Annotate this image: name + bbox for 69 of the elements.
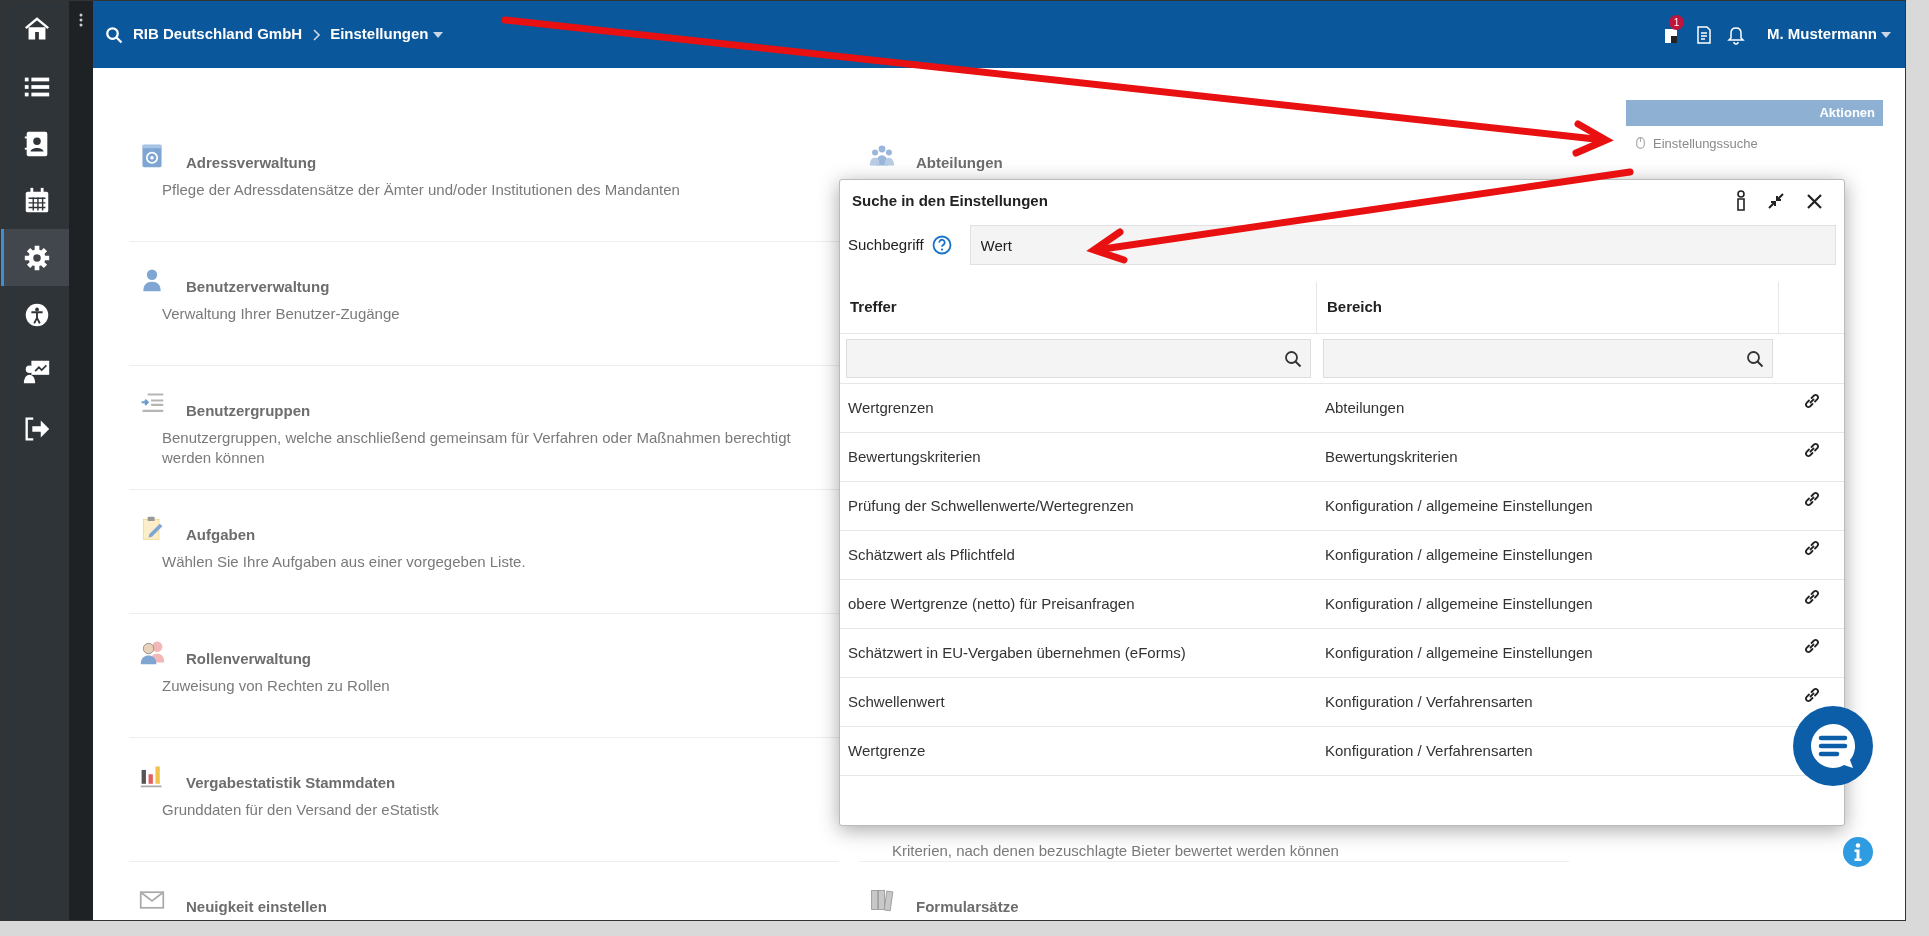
page-dropdown[interactable]: Einstellungen — [330, 23, 443, 46]
link-icon[interactable] — [1802, 539, 1821, 557]
table-cell-text: Schätzwert in EU-Vergaben übernehmen (eForms) — [847, 642, 1187, 663]
column-header[interactable]: Treffer — [840, 282, 1317, 333]
table-cell-text: Wertgrenze — [847, 740, 927, 761]
table-cell-text: Konfiguration / allgemeine Einstellungen — [1324, 593, 1594, 614]
settings-description: Zuweisung von Rechten zu Rollen — [161, 676, 391, 696]
user-menu[interactable]: M. Mustermann — [1767, 23, 1891, 46]
dialog-title: Suche in den Einstellungen — [852, 190, 1048, 211]
settings-title-link[interactable]: Benutzerverwaltung — [186, 275, 330, 298]
settings-title-link[interactable]: Benutzergruppen — [186, 399, 311, 422]
table-cell-text: Wertgrenzen — [847, 397, 935, 418]
settings-description: Wählen Sie Ihre Aufgaben aus einer vorgegeben Liste. — [161, 552, 527, 572]
filter-field[interactable] — [1323, 339, 1773, 378]
notification-badge: 1 — [1669, 14, 1684, 30]
settings-description: Grunddaten für den Versand der eStatistk — [161, 800, 440, 820]
address-book-icon — [139, 142, 165, 170]
table-cell-text: Schwellenwert — [847, 691, 946, 712]
caret-icon — [432, 31, 443, 38]
settings-description: Benutzergruppen, welche anschließend gemeinsam für Verfahren oder Maßnahmen berechtigt werden können — [161, 428, 792, 468]
settings-title-link[interactable]: Vergabestatistik Stammdaten — [186, 771, 396, 794]
search-icon — [1746, 349, 1764, 368]
table-cell-text: Bewertungskriterien — [847, 446, 982, 467]
link-icon[interactable] — [1802, 588, 1821, 606]
info-icon[interactable] — [1843, 837, 1873, 867]
search-field[interactable]: Wert — [969, 225, 1836, 265]
search-icon — [1284, 349, 1302, 368]
collapse-icon[interactable] — [1767, 192, 1785, 210]
settings-description: Kriterien, nach denen bezuschlagte Bieter bewertet werden können — [891, 841, 1340, 861]
column-header[interactable]: Bereich — [1317, 282, 1779, 333]
search-icon[interactable] — [105, 25, 123, 44]
actions-header: Aktionen — [1626, 100, 1883, 126]
link-icon[interactable] — [1802, 441, 1821, 459]
table-cell-text: Konfiguration / allgemeine Einstellungen — [1324, 544, 1594, 565]
sidebar-item[interactable] — [1, 229, 69, 286]
settings-title-link[interactable]: Formularsätze — [916, 895, 1019, 918]
settings-title-link[interactable]: Abteilungen — [916, 151, 1003, 174]
chevron-icon — [312, 28, 321, 41]
person-icon[interactable] — [1735, 190, 1747, 212]
filter-field[interactable] — [846, 339, 1311, 378]
table-cell-text: Konfiguration / Verfahrensarten — [1324, 691, 1534, 712]
help-icon[interactable] — [931, 235, 952, 255]
settings-description: Pflege der Adressdatensätze der Ämter und/oder Institutionen des Mandanten — [161, 180, 681, 200]
caret-icon — [1881, 31, 1891, 38]
mouse-icon — [1636, 137, 1645, 150]
settings-title-link[interactable]: Neuigkeit einstellen — [186, 895, 327, 918]
table-cell-text: obere Wertgrenze (netto) für Preisanfragen — [847, 593, 1136, 614]
link-icon[interactable] — [1802, 490, 1821, 508]
link-icon[interactable] — [1802, 392, 1821, 410]
search-label: Suchbegriff — [848, 234, 924, 255]
settings-title-link[interactable]: Rollenverwaltung — [186, 647, 312, 670]
settings-title-link[interactable]: Aufgaben — [186, 523, 256, 546]
link-icon[interactable] — [1802, 686, 1821, 704]
table-cell-text: Abteilungen — [1324, 397, 1406, 418]
company-name[interactable]: RIB Deutschland GmbH — [133, 23, 303, 46]
bell-icon[interactable] — [1727, 24, 1745, 45]
more-icon[interactable] — [79, 13, 83, 27]
table-cell-text: Konfiguration / Verfahrensarten — [1324, 740, 1534, 761]
settings-description: Verwaltung Ihrer Benutzer-Zugänge — [161, 304, 401, 324]
settings-title-link[interactable]: Adressverwaltung — [186, 151, 317, 174]
settings-search-link[interactable]: Einstellungssuche — [1626, 133, 1883, 153]
table-cell-text: Konfiguration / allgemeine Einstellungen — [1324, 642, 1594, 663]
table-cell-text: Bewertungskriterien — [1324, 446, 1459, 467]
table-cell-text: Konfiguration / allgemeine Einstellungen — [1324, 495, 1594, 516]
close-icon[interactable] — [1807, 193, 1822, 209]
table-cell-text: Prüfung der Schwellenwerte/Wertegrenzen — [847, 495, 1135, 516]
table-cell-text: Schätzwert als Pflichtfeld — [847, 544, 1016, 565]
document-icon[interactable] — [1695, 24, 1713, 45]
link-icon[interactable] — [1802, 637, 1821, 655]
